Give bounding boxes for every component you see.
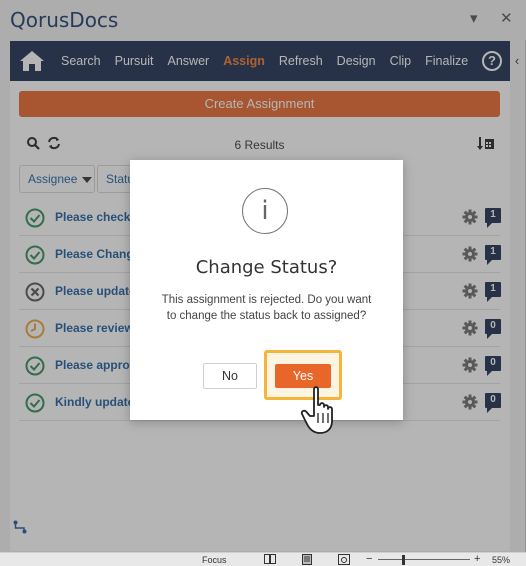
zoom-level[interactable]: 55% — [492, 555, 510, 565]
info-icon: i — [242, 188, 288, 234]
add-in-window: QorusDocs ▾ ✕ Search Pursuit Answer Assi… — [0, 0, 526, 566]
dialog-message: This assignment is rejected. Do you want… — [161, 294, 372, 322]
zoom-slider-thumb[interactable] — [402, 555, 405, 565]
zoom-out-button[interactable]: − — [366, 553, 372, 565]
focus-mode-button[interactable]: Focus — [202, 555, 227, 565]
hand-pointer-icon — [300, 385, 342, 442]
dialog-title: Change Status? — [195, 257, 338, 278]
read-mode-icon[interactable] — [264, 554, 276, 566]
change-status-dialog: i Change Status? This assignment is reje… — [130, 160, 403, 420]
zoom-in-button[interactable]: + — [474, 553, 480, 565]
zoom-slider[interactable] — [378, 559, 470, 560]
web-layout-icon[interactable] — [338, 554, 350, 566]
status-bar: Focus − + 55% — [0, 552, 526, 566]
print-layout-icon[interactable] — [302, 554, 312, 566]
no-button[interactable]: No — [203, 363, 257, 389]
